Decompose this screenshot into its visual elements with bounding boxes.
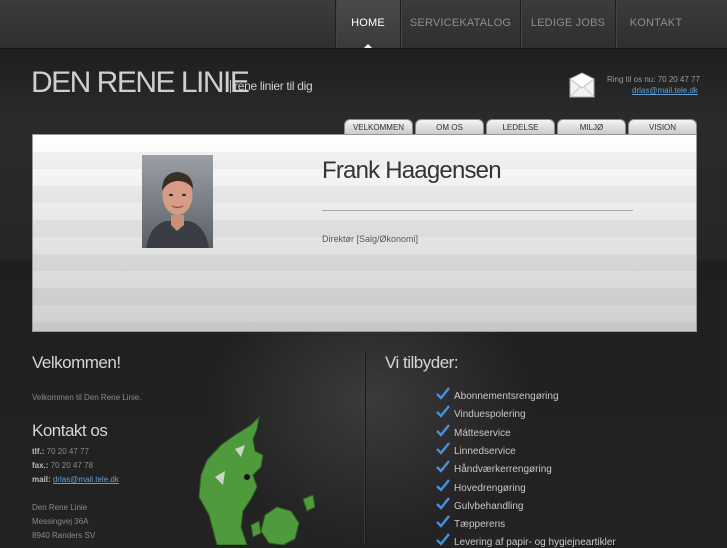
nav-servicekatalog[interactable]: SERVICEKATALOG xyxy=(400,0,520,48)
nav-ledige-jobs-label: LEDIGE JOBS xyxy=(530,17,606,29)
checkmark-icon xyxy=(436,405,450,418)
service-label: Gulvbehandling xyxy=(454,501,524,512)
nav-kontakt[interactable]: KONTAKT xyxy=(615,0,696,48)
welcome-text: Velkommen til Den Rene Linie. xyxy=(32,393,142,402)
checkmark-icon xyxy=(436,424,450,437)
company-street: Messingvej 36A xyxy=(32,517,89,526)
checkmark-icon xyxy=(436,442,450,455)
phone-cta: Ring til os nu: 70 20 47 77 xyxy=(607,75,700,84)
contact-heading: Kontakt os xyxy=(32,421,108,440)
tab-vision-label: VISION xyxy=(648,123,677,132)
service-label: Vinduespolering xyxy=(454,409,526,420)
nav-home-label: HOME xyxy=(351,17,385,29)
service-label: Hovedrengøring xyxy=(454,483,526,494)
tab-vision[interactable]: VISION xyxy=(628,119,697,135)
service-label: Mátteservice xyxy=(454,428,511,439)
service-label: Abonnementsrengøring xyxy=(454,391,559,402)
envelope-icon xyxy=(569,72,595,98)
checkmark-icon xyxy=(436,460,450,473)
checkmark-icon xyxy=(436,479,450,492)
name-divider xyxy=(322,210,633,211)
contact-phone: tlf.: 70 20 47 77 xyxy=(32,447,89,456)
column-divider xyxy=(364,352,365,545)
contact-email-link[interactable]: drlas@mail.tele.dk xyxy=(53,475,119,484)
service-label: Linnedservice xyxy=(454,446,516,457)
contact-fax: fax.: 70 20 47 78 xyxy=(32,461,93,470)
welcome-heading: Velkommen! xyxy=(32,353,121,372)
tab-miljo[interactable]: MILJØ xyxy=(557,119,626,135)
company-name: Den Rene Linie xyxy=(32,503,88,512)
checkmark-icon xyxy=(436,515,450,528)
nav-kontakt-label: KONTAKT xyxy=(629,17,683,29)
person-name: Frank Haagensen xyxy=(322,157,502,184)
profile-photo xyxy=(142,155,213,248)
nav-home[interactable]: HOME xyxy=(335,0,400,48)
tab-velkommen-label: VELKOMMEN xyxy=(352,123,405,132)
tab-ledelse-label: LEDELSE xyxy=(502,123,539,132)
phone-value: 70 20 47 77 xyxy=(46,447,89,456)
service-label: Håndværkerrengøring xyxy=(454,464,552,475)
fax-label: fax.: xyxy=(32,461,49,470)
profile-panel: Frank Haagensen Direktør [Salg/Økonomi] xyxy=(32,134,697,332)
tab-ledelse[interactable]: LEDELSE xyxy=(486,119,555,135)
active-indicator-icon xyxy=(364,44,372,48)
checkmark-icon xyxy=(436,497,450,510)
top-navigation: HOME SERVICEKATALOG LEDIGE JOBS KONTAKT xyxy=(0,0,727,49)
nav-servicekatalog-label: SERVICEKATALOG xyxy=(409,17,512,29)
fax-value: 70 20 47 78 xyxy=(50,461,93,470)
person-role: Direktør [Salg/Økonomi] xyxy=(322,234,419,244)
phone-label: tlf.: xyxy=(32,447,45,456)
services-heading: Vi tilbyder: xyxy=(385,353,459,372)
tagline: rene linier til dig xyxy=(234,79,313,93)
nav-ledige-jobs[interactable]: LEDIGE JOBS xyxy=(520,0,615,48)
header-email-link[interactable]: drlas@mail.tele.dk xyxy=(632,86,698,95)
logo[interactable]: DEN RENE LINIE xyxy=(31,66,250,100)
tab-om-os[interactable]: OM OS xyxy=(415,119,484,135)
contact-mail: mail: drlas@mail.tele.dk xyxy=(32,475,119,484)
tab-miljo-label: MILJØ xyxy=(579,123,604,132)
tab-om-os-label: OM OS xyxy=(436,123,463,132)
logo-separator xyxy=(230,80,231,93)
tab-velkommen[interactable]: VELKOMMEN xyxy=(344,119,413,135)
company-city: 8940 Randers SV xyxy=(32,531,96,540)
service-label: Tæpperens xyxy=(454,519,506,530)
service-label: Levering af papir- og hygiejneartikler xyxy=(454,537,616,548)
mail-label: mail: xyxy=(32,475,51,484)
denmark-map-icon xyxy=(198,415,315,545)
checkmark-icon xyxy=(436,387,450,400)
